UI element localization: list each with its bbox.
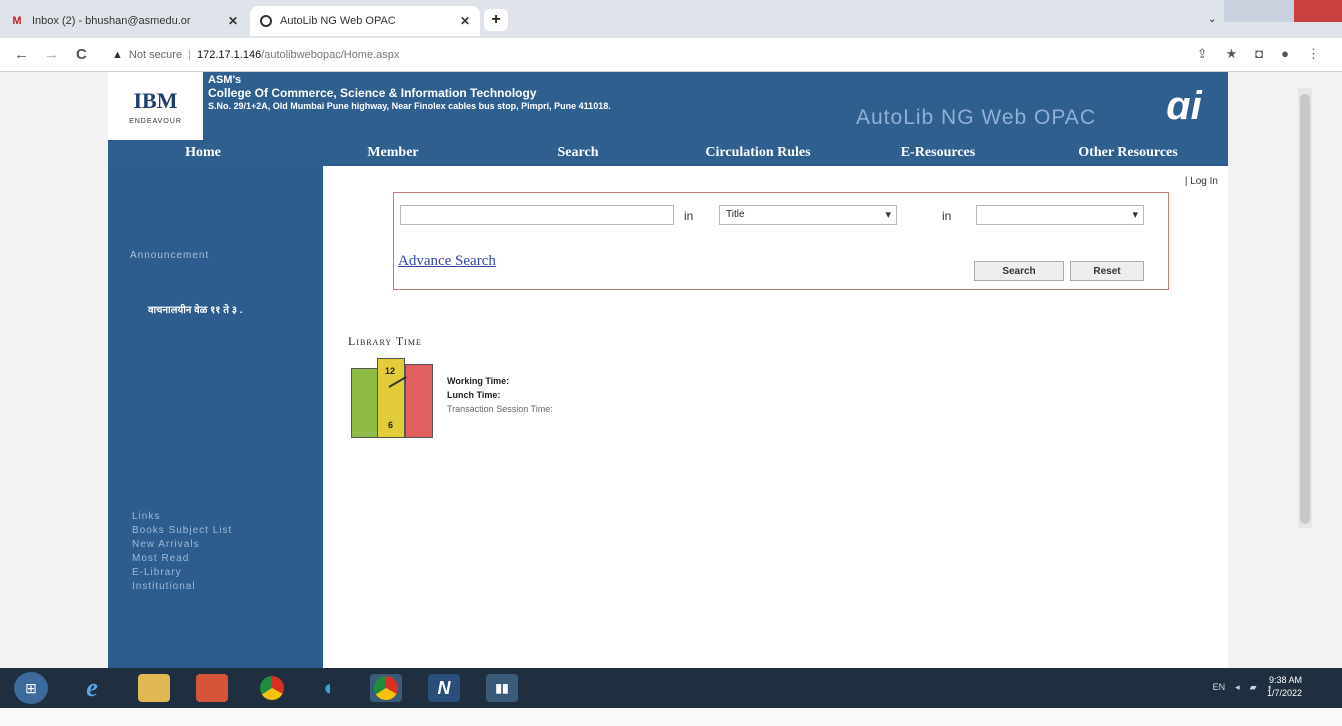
college-logo: IBM ENDEAVOUR: [108, 72, 203, 140]
tab-title: AutoLib NG Web OPAC: [280, 15, 396, 27]
extension-icon[interactable]: ◘: [1255, 46, 1263, 62]
lunch-time-label: Lunch Time:: [447, 390, 501, 400]
in-label: in: [684, 209, 694, 223]
url-field[interactable]: ▲ Not secure | 172.17.1.146 /autolibwebo…: [112, 44, 1152, 66]
clock-number-12: 12: [385, 366, 396, 376]
language-indicator[interactable]: EN: [1213, 682, 1226, 693]
search-input[interactable]: [400, 205, 674, 225]
tab-search-icon[interactable]: ⌄: [1208, 14, 1216, 25]
tab-autolib[interactable]: AutoLib NG Web OPAC ✕: [250, 6, 480, 36]
autolib-app-icon[interactable]: N: [428, 674, 460, 702]
announcement-text: वाचनालयीन वेळ ११ ते ३ .: [148, 305, 243, 316]
page-scrollbar[interactable]: [1298, 88, 1312, 528]
tab-title: Inbox (2) - bhushan@asmedu.or: [32, 15, 191, 27]
close-window-button[interactable]: [1294, 0, 1342, 22]
os-taskbar: ⊞ e ◐ N ▮▮ EN ◂ ▰ ◖ 9:38 AM 1/7/2022: [0, 668, 1342, 708]
browser-tab-strip: M Inbox (2) - bhushan@asmedu.or ✕ AutoLi…: [0, 0, 1342, 38]
login-link[interactable]: | Log In: [1185, 176, 1218, 187]
quick-link[interactable]: Books Subject List: [132, 524, 232, 538]
search-scope-select[interactable]: [976, 205, 1144, 225]
tab-gmail[interactable]: M Inbox (2) - bhushan@asmedu.or ✕: [0, 6, 248, 36]
main-content: | Log In in Title in Advance Search Sear…: [323, 166, 1228, 668]
scrollbar-thumb[interactable]: [1300, 94, 1310, 524]
menu-e-resources[interactable]: E-Resources: [848, 145, 1028, 161]
url-path: /autolibwebopac/Home.aspx: [261, 49, 400, 61]
reset-button[interactable]: Reset: [1070, 261, 1144, 281]
media-player-icon[interactable]: [196, 674, 228, 702]
opac-title: AutoLib NG Web OPAC: [856, 106, 1096, 129]
back-icon[interactable]: ←: [14, 46, 29, 63]
clock-time: 9:38 AM: [1268, 675, 1302, 685]
clock-number-6: 6: [388, 420, 394, 430]
network-icon[interactable]: ▰: [1250, 682, 1257, 693]
college-name: ASM's College Of Commerce, Science & Inf…: [208, 74, 611, 113]
system-tray: EN ◂ ▰ ◖: [1213, 682, 1272, 693]
announcement-heading: Announcement: [130, 250, 210, 261]
quick-link[interactable]: Links: [132, 510, 232, 524]
search-field-select[interactable]: Title: [719, 205, 897, 225]
site-header: IBM ENDEAVOUR ASM's College Of Commerce,…: [108, 72, 1228, 140]
chrome-active-icon[interactable]: [370, 674, 402, 702]
edge-icon[interactable]: ◐: [314, 674, 346, 702]
menu-other-resources[interactable]: Other Resources: [1028, 145, 1228, 161]
menu-home[interactable]: Home: [108, 145, 298, 161]
forward-icon[interactable]: →: [44, 46, 59, 63]
share-icon[interactable]: ⇪: [1197, 46, 1208, 62]
warning-icon: ▲: [112, 49, 123, 61]
maximize-button[interactable]: [1260, 0, 1294, 22]
working-time-label: Working Time:: [447, 376, 510, 386]
session-time-label: Transaction Session Time:: [447, 404, 553, 414]
quick-link[interactable]: E-Library: [132, 566, 232, 580]
logo-subtitle: ENDEAVOUR: [129, 117, 182, 125]
in-label: in: [942, 209, 952, 223]
file-explorer-icon[interactable]: [138, 674, 170, 702]
bottom-edge: [0, 708, 1342, 726]
menu-kebab-icon[interactable]: ⋮: [1307, 46, 1320, 62]
taskbar-clock[interactable]: 9:38 AM 1/7/2022: [1267, 674, 1302, 700]
browser-toolbar: ⇪ ★ ◘ ● ⋮: [1197, 46, 1320, 62]
close-tab-icon[interactable]: ✕: [460, 14, 470, 28]
app-window-icon[interactable]: ▮▮: [486, 674, 518, 702]
address-bar: ← → C ▲ Not secure | 172.17.1.146 /autol…: [0, 38, 1342, 72]
chrome-icon[interactable]: [256, 674, 288, 702]
opac-page: IBM ENDEAVOUR ASM's College Of Commerce,…: [108, 72, 1228, 668]
profile-avatar-icon[interactable]: ●: [1281, 46, 1289, 62]
tray-arrow-icon[interactable]: ◂: [1235, 682, 1240, 693]
clock-date: 1/7/2022: [1266, 688, 1302, 698]
close-tab-icon[interactable]: ✕: [228, 14, 238, 28]
url-host: 172.17.1.146: [196, 49, 262, 61]
search-button[interactable]: Search: [974, 261, 1064, 281]
reload-icon[interactable]: C: [76, 46, 87, 63]
security-label: Not secure: [128, 49, 183, 61]
quick-link[interactable]: Institutional: [132, 580, 232, 594]
new-tab-button[interactable]: +: [484, 9, 508, 31]
main-menu: Home Member Search Circulation Rules E-R…: [108, 140, 1228, 166]
menu-member[interactable]: Member: [298, 145, 488, 161]
quick-links: Links Books Subject List New Arrivals Mo…: [132, 510, 232, 594]
menu-search[interactable]: Search: [488, 145, 668, 161]
minimize-button[interactable]: [1224, 0, 1260, 22]
library-time-heading: Library Time: [348, 334, 422, 348]
autolib-icon: [260, 15, 272, 27]
green-book: [351, 368, 379, 438]
search-panel: in Title in Advance Search Search Reset: [393, 192, 1169, 290]
autolib-logo-icon: ɑi: [1166, 83, 1202, 128]
bookmark-star-icon[interactable]: ★: [1226, 46, 1238, 62]
red-book: [405, 364, 433, 438]
window-controls: [1224, 0, 1342, 22]
college-line2: College Of Commerce, Science & Informati…: [208, 86, 537, 100]
library-times: Working Time: Lunch Time: Transaction Se…: [447, 374, 553, 416]
quick-link[interactable]: Most Read: [132, 552, 232, 566]
quick-link[interactable]: New Arrivals: [132, 538, 232, 552]
start-button[interactable]: ⊞: [14, 672, 48, 704]
url-separator: |: [188, 49, 191, 61]
college-address: S.No. 29/1+2A, Old Mumbai Pune highway, …: [208, 101, 611, 111]
advance-search-link[interactable]: Advance Search: [398, 253, 496, 270]
logo-mark: IBM: [133, 87, 178, 113]
left-sidebar: Announcement वाचनालयीन वेळ ११ ते ३ . Lin…: [108, 166, 323, 668]
gmail-icon: M: [12, 15, 22, 27]
menu-circulation-rules[interactable]: Circulation Rules: [668, 145, 848, 161]
internet-explorer-icon[interactable]: e: [76, 673, 108, 702]
books-clock-icon: 12 6: [351, 356, 441, 438]
